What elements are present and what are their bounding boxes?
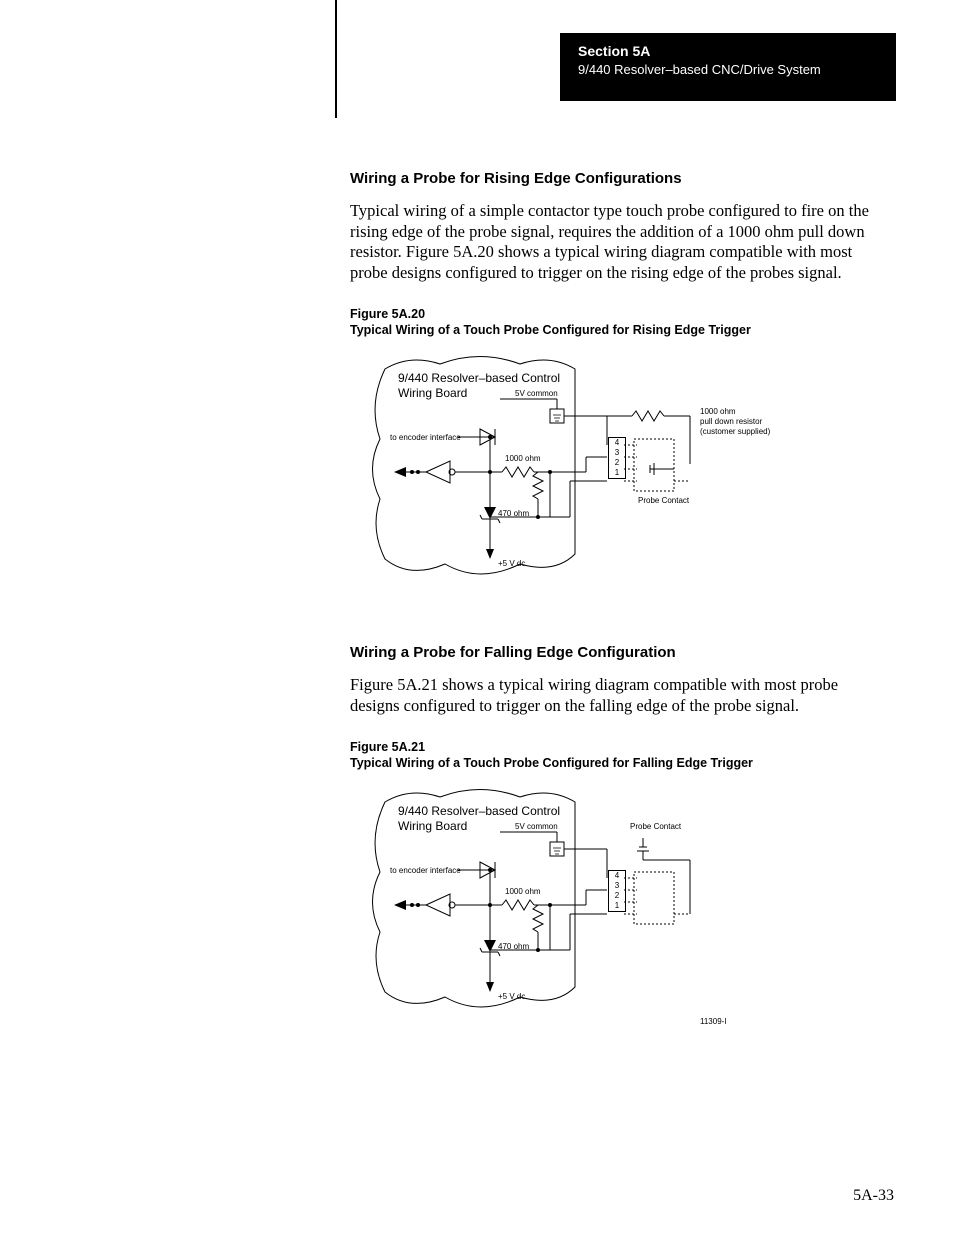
d1-r1000: 1000 ohm <box>505 454 541 463</box>
heading-rising-edge: Wiring a Probe for Rising Edge Configura… <box>350 170 890 187</box>
d2-board2: Wiring Board <box>398 819 467 833</box>
pin4: 4 <box>609 438 625 448</box>
d2-board1: 9/440 Resolver–based Control <box>398 804 560 818</box>
fig-caption2: Typical Wiring of a Touch Probe Configur… <box>350 756 753 770</box>
connector-pinbox-1: 4 3 2 1 <box>608 437 626 479</box>
fig-caption: Typical Wiring of a Touch Probe Configur… <box>350 323 751 337</box>
paragraph-falling-edge: Figure 5A.21 shows a typical wiring diag… <box>350 675 890 716</box>
header-subtitle: 9/440 Resolver–based CNC/Drive System <box>578 62 878 77</box>
d1-probe: Probe Contact <box>638 496 689 505</box>
d2-r1000: 1000 ohm <box>505 887 541 896</box>
pin2: 2 <box>609 458 625 468</box>
paragraph-rising-edge: Typical wiring of a simple contactor typ… <box>350 201 890 284</box>
figure-5a21-title: Figure 5A.21 Typical Wiring of a Touch P… <box>350 739 890 773</box>
d1-pulldown2: pull down resistor <box>700 417 762 426</box>
d2-encoder: to encoder interface <box>390 866 461 875</box>
pin2b: 2 <box>609 891 625 901</box>
d1-pulldown1: 1000 ohm <box>700 407 736 416</box>
d1-vdc: +5 V dc <box>498 559 525 568</box>
main-content: Wiring a Probe for Rising Edge Configura… <box>350 170 890 1027</box>
heading-falling-edge: Wiring a Probe for Falling Edge Configur… <box>350 644 890 661</box>
d2-id: 11309-I <box>700 1017 727 1026</box>
page-number: 5A-33 <box>853 1187 894 1205</box>
d1-pulldown3: (customer supplied) <box>700 427 770 436</box>
d2-vdc: +5 V dc <box>498 992 525 1001</box>
pin3: 3 <box>609 448 625 458</box>
connector-pinbox-2: 4 3 2 1 <box>608 870 626 912</box>
d1-common: 5V common <box>515 389 558 398</box>
d2-common: 5V common <box>515 822 558 831</box>
fig-num2: Figure 5A.21 <box>350 740 425 754</box>
figure-5a20-diagram: 4 3 2 1 9/440 Resolver–based Control Wir… <box>350 349 780 604</box>
header-section: Section 5A <box>578 43 878 59</box>
figure-5a21-diagram: 4 3 2 1 9/440 Resolver–based Control Wir… <box>350 782 780 1027</box>
pin4b: 4 <box>609 871 625 881</box>
d1-r470: 470 ohm <box>498 509 529 518</box>
d1-board1: 9/440 Resolver–based Control <box>398 371 560 385</box>
pin1: 1 <box>609 468 625 478</box>
d2-probe: Probe Contact <box>630 822 681 831</box>
d1-board2: Wiring Board <box>398 386 467 400</box>
d2-r470: 470 ohm <box>498 942 529 951</box>
pin1b: 1 <box>609 901 625 911</box>
vertical-divider <box>335 0 337 118</box>
header-box: Section 5A 9/440 Resolver–based CNC/Driv… <box>560 33 896 101</box>
figure-5a20-title: Figure 5A.20 Typical Wiring of a Touch P… <box>350 306 890 340</box>
fig-num: Figure 5A.20 <box>350 307 425 321</box>
d1-encoder: to encoder interface <box>390 433 461 442</box>
pin3b: 3 <box>609 881 625 891</box>
